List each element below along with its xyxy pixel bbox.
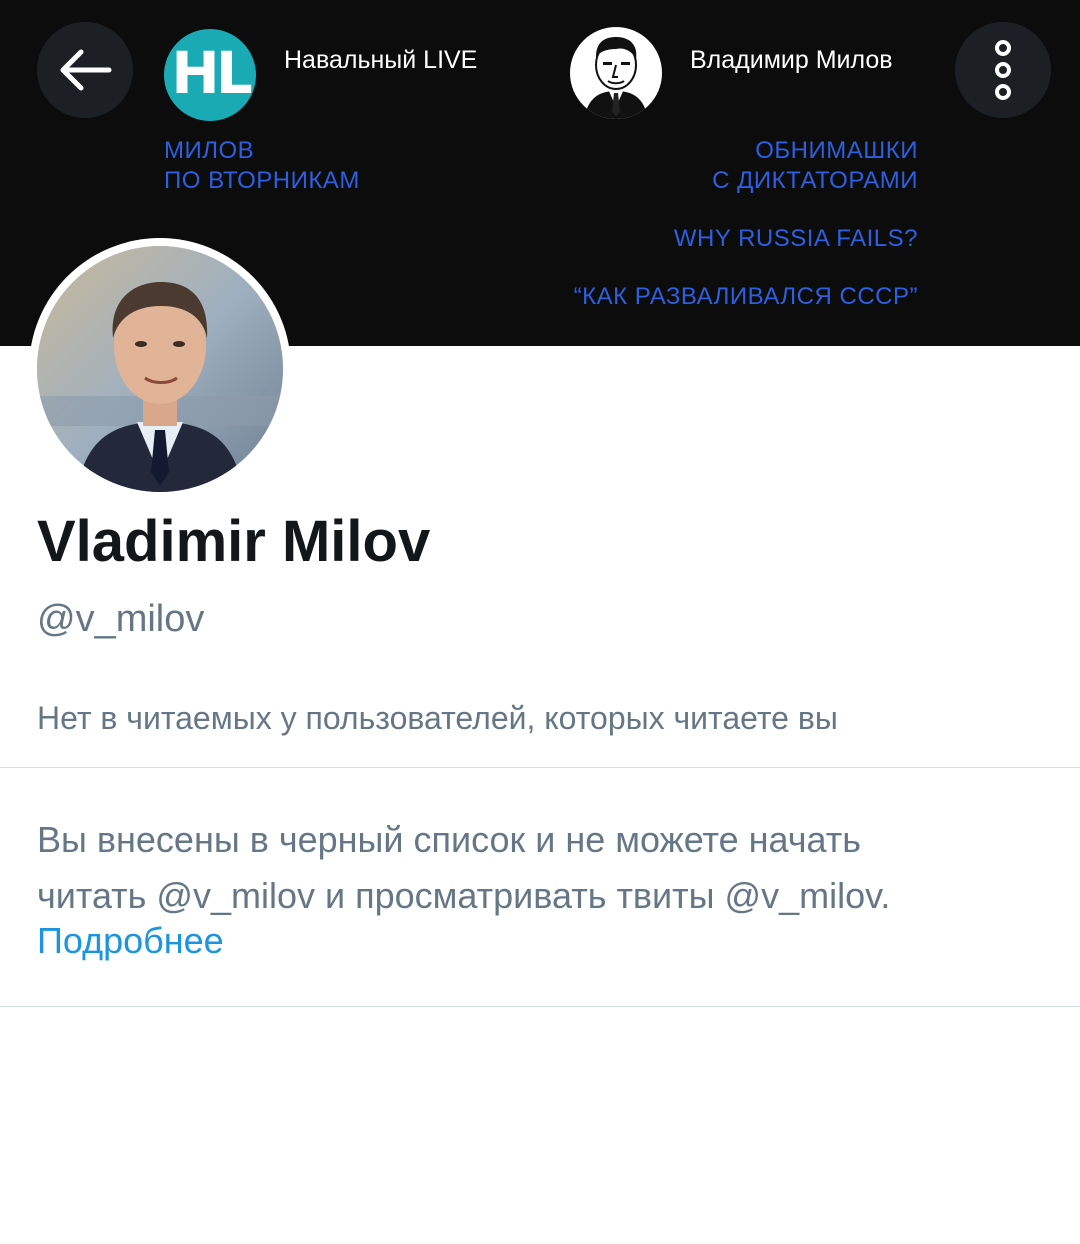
banner-right-item1-line2: С ДИКТАТОРАМИ (712, 167, 918, 194)
profile-avatar[interactable] (29, 238, 291, 500)
divider (0, 767, 1080, 768)
blocked-message: Вы внесены в черный список и не можете н… (37, 812, 1047, 924)
navalny-live-logo: HL (164, 29, 256, 121)
banner-right-item2: WHY RUSSIA FAILS? (673, 225, 918, 252)
banner-right-title: Владимир Милов (690, 46, 893, 74)
milov-portrait-illustration (570, 27, 662, 119)
blocked-message-line1: Вы внесены в черный список и не можете н… (37, 819, 862, 860)
banner-right-item1-line1: ОБНИМАШКИ (755, 137, 918, 164)
banner-left-subtitle: МИЛОВ ПО ВТОРНИКАМ (164, 136, 360, 196)
back-button[interactable] (37, 22, 133, 118)
arrow-left-icon (60, 49, 112, 91)
logo-text: HL (171, 39, 253, 107)
follow-notice: Нет в читаемых у пользователей, которых … (37, 700, 838, 736)
divider (0, 1006, 1080, 1007)
banner-right-item1: ОБНИМАШКИ С ДИКТАТОРАМИ (712, 136, 918, 196)
banner-left-subtitle-line2: ПО ВТОРНИКАМ (164, 167, 360, 194)
banner-left-title: Навальный LIVE (284, 46, 478, 74)
banner-right-item3: “КАК РАЗВАЛИВАЛСЯ СССР” (573, 283, 918, 310)
profile-display-name: Vladimir Milov (37, 509, 431, 574)
learn-more-link[interactable]: Подробнее (37, 920, 224, 962)
banner-left-subtitle-line1: МИЛОВ (164, 137, 255, 164)
more-vertical-icon (995, 40, 1011, 100)
more-options-button[interactable] (955, 22, 1051, 118)
blocked-message-line2: читать @v_milov и просматривать твиты @v… (37, 875, 891, 916)
profile-handle: @v_milov (37, 598, 205, 640)
avatar-photo (37, 246, 283, 492)
